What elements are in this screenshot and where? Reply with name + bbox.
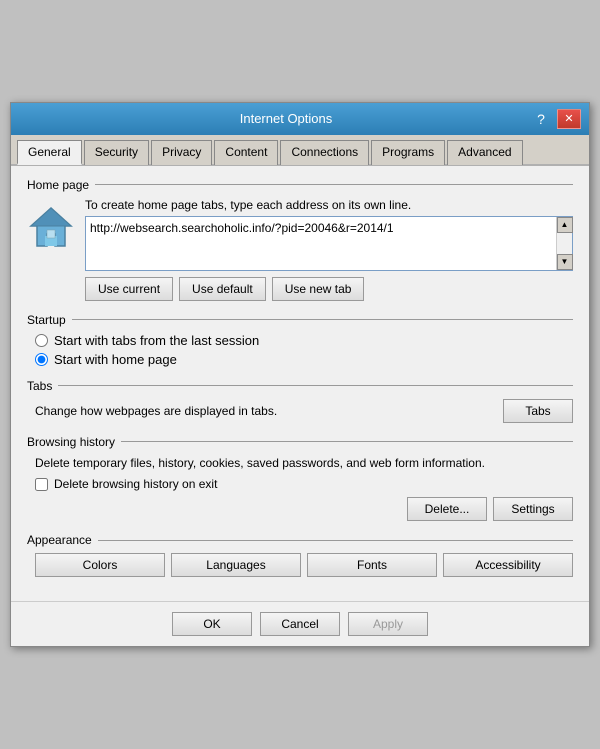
startup-last-session-label: Start with tabs from the last session bbox=[54, 333, 259, 348]
window-inner: Home page To create home page tabs, type… bbox=[11, 166, 589, 647]
title-bar-buttons: ? ✕ bbox=[529, 109, 581, 129]
close-button[interactable]: ✕ bbox=[557, 109, 581, 129]
homepage-description: To create home page tabs, type each addr… bbox=[85, 198, 573, 212]
tabs-section: Tabs Change how webpages are displayed i… bbox=[27, 379, 573, 423]
homepage-right: To create home page tabs, type each addr… bbox=[85, 198, 573, 301]
fonts-button[interactable]: Fonts bbox=[307, 553, 437, 577]
tabs-section-row: Change how webpages are displayed in tab… bbox=[27, 399, 573, 423]
delete-button[interactable]: Delete... bbox=[407, 497, 487, 521]
startup-radio-home-page[interactable] bbox=[35, 353, 48, 366]
appearance-label: Appearance bbox=[27, 533, 573, 547]
startup-section-label: Startup bbox=[27, 313, 573, 327]
tab-advanced[interactable]: Advanced bbox=[447, 140, 522, 165]
scroll-down-arrow[interactable]: ▼ bbox=[557, 254, 573, 270]
startup-radio-group: Start with tabs from the last session St… bbox=[27, 333, 573, 367]
homepage-buttons: Use current Use default Use new tab bbox=[85, 277, 573, 301]
use-current-button[interactable]: Use current bbox=[85, 277, 173, 301]
tabs-button[interactable]: Tabs bbox=[503, 399, 573, 423]
appearance-buttons: Colors Languages Fonts Accessibility bbox=[27, 553, 573, 577]
tab-privacy[interactable]: Privacy bbox=[151, 140, 212, 165]
tab-connections[interactable]: Connections bbox=[280, 140, 369, 165]
window-title: Internet Options bbox=[43, 111, 529, 126]
tab-content[interactable]: Content bbox=[214, 140, 278, 165]
delete-on-exit-label: Delete browsing history on exit bbox=[54, 477, 217, 491]
browsing-history-label: Browsing history bbox=[27, 435, 573, 449]
tab-security[interactable]: Security bbox=[84, 140, 149, 165]
tab-bar: General Security Privacy Content Connect… bbox=[11, 135, 589, 166]
colors-button[interactable]: Colors bbox=[35, 553, 165, 577]
content-area: Home page To create home page tabs, type… bbox=[11, 166, 589, 602]
startup-radio-last-session[interactable] bbox=[35, 334, 48, 347]
use-new-tab-button[interactable]: Use new tab bbox=[272, 277, 365, 301]
tab-programs[interactable]: Programs bbox=[371, 140, 445, 165]
bottom-bar: OK Cancel Apply bbox=[11, 601, 589, 646]
ok-button[interactable]: OK bbox=[172, 612, 252, 636]
accessibility-button[interactable]: Accessibility bbox=[443, 553, 573, 577]
internet-options-window: Internet Options ? ✕ General Security Pr… bbox=[10, 102, 590, 648]
appearance-section: Appearance Colors Languages Fonts Access… bbox=[27, 533, 573, 577]
title-bar: Internet Options ? ✕ bbox=[11, 103, 589, 135]
scroll-up-arrow[interactable]: ▲ bbox=[557, 217, 573, 233]
startup-home-page-label: Start with home page bbox=[54, 352, 177, 367]
settings-button[interactable]: Settings bbox=[493, 497, 573, 521]
help-button[interactable]: ? bbox=[529, 109, 553, 129]
browsing-history-description: Delete temporary files, history, cookies… bbox=[27, 455, 573, 472]
tab-general[interactable]: General bbox=[17, 140, 82, 165]
browsing-history-section: Browsing history Delete temporary files,… bbox=[27, 435, 573, 522]
tabs-description: Change how webpages are displayed in tab… bbox=[35, 404, 277, 418]
use-default-button[interactable]: Use default bbox=[179, 277, 266, 301]
apply-button[interactable]: Apply bbox=[348, 612, 428, 636]
scrollbar[interactable]: ▲ ▼ bbox=[556, 217, 572, 270]
house-icon bbox=[27, 202, 75, 250]
url-textarea-wrap: http://websearch.searchoholic.info/?pid=… bbox=[85, 216, 573, 271]
startup-section: Startup Start with tabs from the last se… bbox=[27, 313, 573, 367]
cancel-button[interactable]: Cancel bbox=[260, 612, 340, 636]
homepage-section: Home page To create home page tabs, type… bbox=[27, 178, 573, 301]
delete-on-exit-checkbox[interactable] bbox=[35, 478, 48, 491]
delete-on-exit-row: Delete browsing history on exit bbox=[27, 477, 573, 491]
homepage-row: To create home page tabs, type each addr… bbox=[27, 198, 573, 301]
startup-option-home-page[interactable]: Start with home page bbox=[35, 352, 573, 367]
browsing-history-buttons: Delete... Settings bbox=[27, 497, 573, 521]
homepage-section-label: Home page bbox=[27, 178, 573, 192]
tabs-section-label: Tabs bbox=[27, 379, 573, 393]
languages-button[interactable]: Languages bbox=[171, 553, 301, 577]
startup-option-last-session[interactable]: Start with tabs from the last session bbox=[35, 333, 573, 348]
homepage-url-input[interactable]: http://websearch.searchoholic.info/?pid=… bbox=[86, 217, 556, 267]
